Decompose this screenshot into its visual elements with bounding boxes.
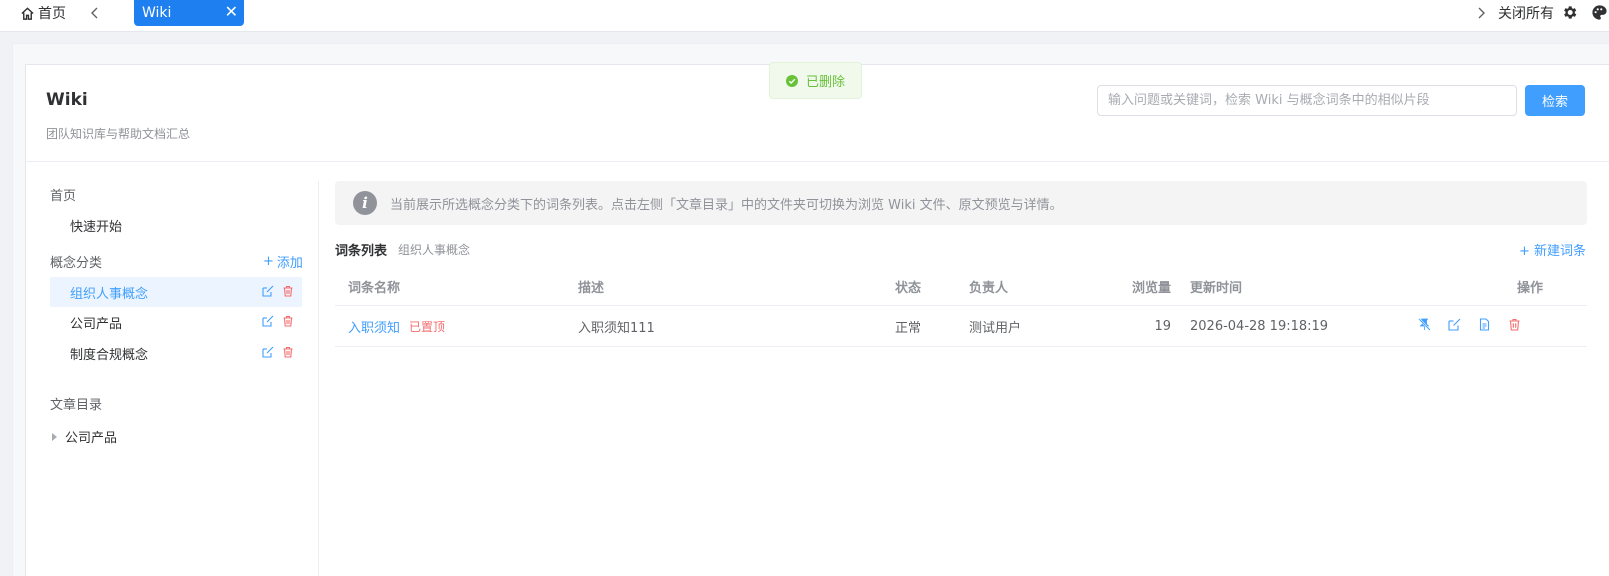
toast-text: 已删除 — [806, 75, 846, 90]
info-icon: i — [353, 191, 377, 215]
add-category-button[interactable]: + 添加 — [263, 252, 303, 271]
close-icon[interactable]: ✕ — [225, 4, 238, 20]
close-all-button[interactable]: 关闭所有 — [1498, 3, 1554, 23]
column-header-updated: 更新时间 — [1190, 281, 1243, 296]
entry-name-link[interactable]: 入职须知 — [348, 317, 400, 336]
gear-icon[interactable] — [1561, 4, 1578, 21]
search-button[interactable]: 检索 — [1525, 85, 1585, 116]
sidebar-section-home[interactable]: 首页 — [50, 185, 76, 204]
column-header-status: 状态 — [895, 281, 922, 296]
edit-icon[interactable] — [262, 285, 274, 297]
chevron-right-icon[interactable] — [1474, 3, 1488, 23]
add-category-label: 添加 — [276, 256, 303, 271]
table-row: 入职须知 已置顶 入职须知111 正常 测试用户 19 2026-04-28 1… — [335, 307, 1587, 347]
category-item[interactable]: 组织人事概念 — [50, 277, 302, 307]
column-header-ops: 操作 — [1516, 281, 1543, 296]
delete-icon[interactable] — [282, 285, 294, 297]
row-actions — [1418, 318, 1521, 331]
table-header: 词条名称 描述 状态 负责人 浏览量 更新时间 操作 — [335, 268, 1587, 306]
tree-folder-label: 公司产品 — [65, 431, 118, 446]
chevron-left-icon[interactable] — [88, 3, 102, 23]
success-toast: 已删除 — [769, 62, 862, 99]
tab-wiki-label: Wiki — [142, 5, 172, 21]
sidebar-section-articles: 文章目录 — [50, 398, 103, 413]
sidebar-item-quick-start[interactable]: 快速开始 — [50, 210, 302, 240]
category-item[interactable]: 制度合规概念 — [50, 338, 302, 368]
tab-home-label: 首页 — [38, 6, 66, 22]
plus-icon: + — [263, 254, 274, 269]
tab-home[interactable]: 首页 — [20, 2, 66, 24]
info-alert-text: 当前展示所选概念分类下的词条列表。点击左侧「文章目录」中的文件夹可切换为浏览 W… — [390, 197, 1063, 213]
sidebar-divider — [318, 181, 319, 576]
entry-name-cell: 入职须知 已置顶 — [348, 307, 445, 346]
entry-views-cell: 19 — [1154, 319, 1171, 334]
tab-wiki[interactable]: Wiki ✕ — [134, 0, 244, 26]
page-subtitle: 团队知识库与帮助文档汇总 — [46, 127, 191, 141]
list-subtitle: 组织人事概念 — [398, 243, 471, 257]
palette-icon[interactable] — [1591, 4, 1608, 21]
category-label: 组织人事概念 — [70, 286, 149, 302]
header-divider — [26, 161, 1609, 162]
entry-status-cell: 正常 — [895, 321, 922, 336]
entry-owner-cell: 测试用户 — [969, 321, 1022, 336]
category-item[interactable]: 公司产品 — [50, 307, 302, 337]
info-alert: i 当前展示所选概念分类下的词条列表。点击左侧「文章目录」中的文件夹可切换为浏览… — [335, 181, 1587, 225]
caret-right-icon[interactable] — [52, 432, 57, 441]
list-title: 词条列表 — [335, 244, 388, 259]
new-entry-button[interactable]: + 新建词条 — [1519, 240, 1586, 259]
unpin-icon[interactable] — [1418, 318, 1431, 331]
delete-icon[interactable] — [282, 346, 294, 358]
entry-updated-cell: 2026-04-28 19:18:19 — [1190, 319, 1329, 334]
delete-icon[interactable] — [282, 315, 294, 327]
check-circle-icon — [786, 74, 798, 87]
page-title: Wiki — [46, 90, 88, 110]
home-icon — [21, 6, 34, 20]
edit-icon[interactable] — [1448, 318, 1461, 331]
column-header-owner: 负责人 — [969, 281, 1009, 296]
column-header-views: 浏览量 — [1131, 281, 1171, 296]
column-header-name: 词条名称 — [348, 281, 401, 296]
entry-desc-cell: 入职须知111 — [578, 321, 655, 336]
tab-bar: 首页 Wiki ✕ 关闭所有 — [0, 0, 1609, 32]
category-label: 公司产品 — [70, 316, 123, 332]
tree-folder-item[interactable]: 公司产品 — [52, 427, 117, 446]
sidebar-section-concepts: 概念分类 — [50, 256, 103, 271]
edit-icon[interactable] — [262, 315, 274, 327]
column-header-desc: 描述 — [578, 281, 605, 296]
sidebar-item-label: 快速开始 — [70, 219, 123, 235]
search-input[interactable] — [1097, 85, 1517, 116]
pinned-tag: 已置顶 — [409, 320, 446, 334]
edit-icon[interactable] — [262, 346, 274, 358]
document-icon[interactable] — [1478, 318, 1491, 331]
delete-icon[interactable] — [1508, 318, 1521, 331]
category-label: 制度合规概念 — [70, 347, 149, 363]
